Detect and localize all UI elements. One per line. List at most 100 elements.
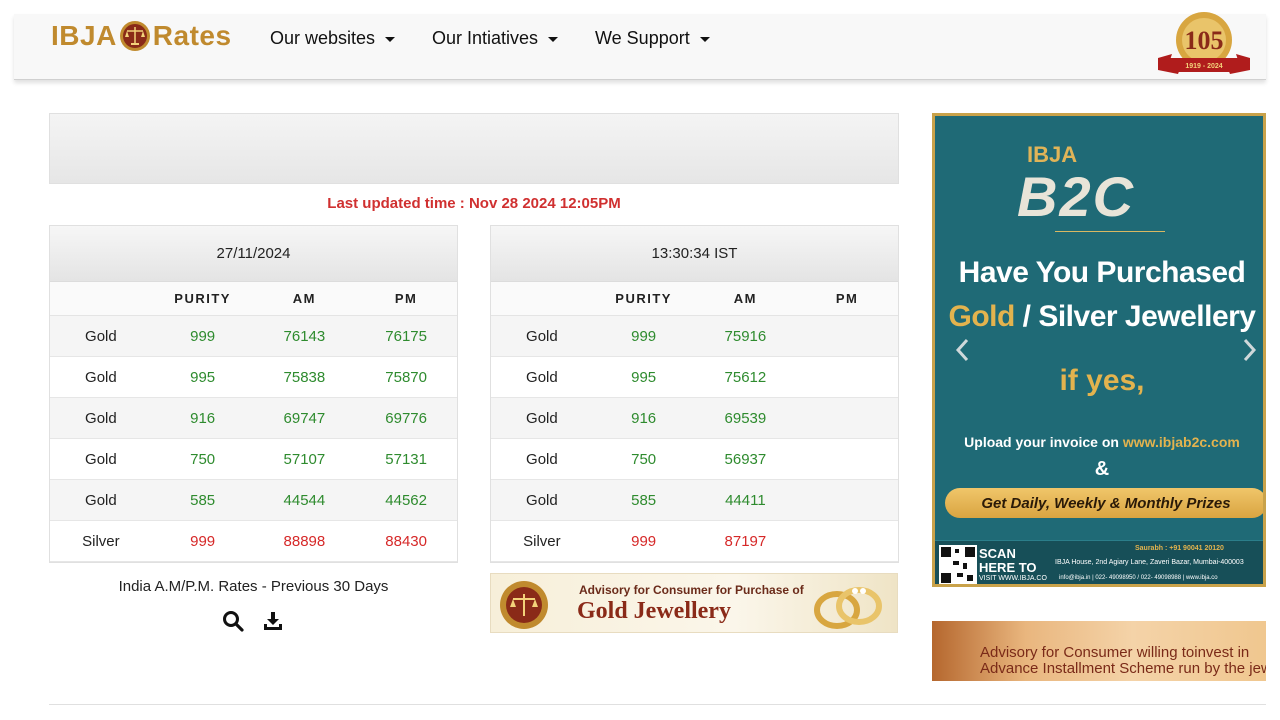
am-cell: 69539	[724, 409, 767, 427]
previous-30-days-label: India A.M/P.M. Rates - Previous 30 Days	[118, 578, 389, 595]
metal-cell: Gold	[526, 327, 558, 345]
col-am: AM	[733, 291, 757, 306]
table-row: Gold 999 76143 76175	[50, 316, 457, 357]
table-row: Silver 999 87197	[491, 521, 898, 562]
scale-icon	[119, 20, 151, 52]
pm-cell: 44562	[385, 491, 427, 509]
nav-label: We Support	[595, 28, 690, 48]
am-cell: 87197	[724, 532, 767, 550]
am-cell: 75916	[724, 327, 767, 345]
carousel-prev-icon[interactable]	[955, 338, 969, 362]
am-cell: 88898	[283, 532, 326, 550]
navbar: IBJA Rates Our websites Our Intiatives W…	[14, 12, 1266, 80]
ad-upload-url: www.ibjab2c.com	[1122, 434, 1240, 450]
rates-table-previous: 27/11/2024 PURITY AM PM Gold 999 76143 7…	[49, 225, 458, 563]
col-purity: PURITY	[174, 291, 231, 306]
table-column-headers: PURITY AM PM	[50, 282, 457, 316]
nav-we-support[interactable]: We Support	[595, 28, 710, 49]
purity-cell: 999	[190, 327, 216, 345]
col-am: AM	[292, 291, 316, 306]
advisory2-text: Advisory for Consumer willing toinvest i…	[980, 645, 1266, 677]
ad-here-to-label: HERE TO	[979, 560, 1037, 575]
table-row: Gold 585 44544 44562	[50, 480, 457, 521]
metal-cell: Gold	[85, 409, 117, 427]
pm-cell: 57131	[385, 450, 427, 468]
caret-down-icon	[548, 37, 559, 42]
ad-headline-2-gold: Gold	[948, 300, 1016, 333]
ad-headline-3: if yes,	[1059, 364, 1145, 397]
ad-headline-2: Gold / Silver Jewellery	[935, 300, 1263, 334]
am-cell: 75838	[283, 368, 326, 386]
ad-footer: SCAN HERE TO VISIT WWW.IBJA.CO Saurabh : …	[935, 540, 1263, 584]
nav-label: Our websites	[270, 28, 376, 48]
col-purity: PURITY	[615, 291, 672, 306]
advisory2-line1: Advisory for Consumer willing toinvest i…	[980, 644, 1250, 661]
ad-headline-1: Have You Purchased	[958, 256, 1246, 289]
col-pm: PM	[394, 291, 418, 306]
ad-address: IBJA House, 2nd Agiary Lane, Zaveri Baza…	[1055, 559, 1244, 566]
purity-cell: 999	[190, 532, 216, 550]
purity-cell: 585	[190, 491, 216, 509]
metal-cell: Gold	[85, 491, 117, 509]
download-icon[interactable]	[262, 610, 284, 632]
am-cell: 56937	[724, 450, 767, 468]
table-time-header: 13:30:34 IST	[491, 226, 898, 282]
table-row: Gold 750 56937	[491, 439, 898, 480]
svg-text:1919 - 2024: 1919 - 2024	[1185, 63, 1222, 70]
b2c-advertisement-carousel[interactable]: IBJA B2C Have You Purchased Gold / Silve…	[932, 113, 1266, 587]
purity-cell: 916	[190, 409, 216, 427]
table-row: Gold 995 75612	[491, 357, 898, 398]
grey-banner	[49, 113, 899, 184]
metal-cell: Gold	[85, 450, 117, 468]
metal-cell: Gold	[526, 368, 558, 386]
am-cell: 75612	[724, 368, 767, 386]
table-body: Gold 999 76143 76175 Gold 995 75838 7587…	[50, 316, 457, 562]
table-row: Gold 916 69747 69776	[50, 398, 457, 439]
am-cell: 76143	[283, 327, 326, 345]
gold-rings-icon	[814, 587, 882, 629]
nav-label: Our Intiatives	[432, 28, 539, 48]
pm-cell: 75870	[385, 368, 427, 386]
advisory1-line2: Gold Jewellery	[577, 598, 731, 624]
brand-logo[interactable]: IBJA Rates	[51, 18, 232, 54]
advisory-gold-jewellery-banner[interactable]: Advisory for Consumer for Purchase of Go…	[490, 573, 898, 633]
purity-cell: 995	[631, 368, 657, 386]
ad-headline-2-rest: / Silver Jewellery	[1014, 300, 1256, 333]
pm-cell: 76175	[385, 327, 427, 345]
anniversary-badge: 105 1919 - 2024	[1154, 12, 1254, 80]
advisory-installment-scheme-banner[interactable]: Advisory for Consumer willing toinvest i…	[932, 621, 1266, 681]
metal-cell: Gold	[85, 368, 117, 386]
ad-ampersand: &	[1094, 458, 1110, 480]
advisory2-line2: Advance Installment Scheme run by the je…	[980, 660, 1266, 677]
am-cell: 69747	[283, 409, 326, 427]
ad-mails: info@ibja.in | 022- 49098950 / 022- 4909…	[1059, 575, 1218, 581]
table-row: Silver 999 88898 88430	[50, 521, 457, 562]
brand-left: IBJA	[51, 20, 117, 51]
table-row: Gold 916 69539	[491, 398, 898, 439]
table-row: Gold 999 75916	[491, 316, 898, 357]
ad-prizes-pill: Get Daily, Weekly & Monthly Prizes	[945, 488, 1263, 518]
table-column-headers: PURITY AM PM	[491, 282, 898, 316]
metal-cell: Gold	[85, 327, 117, 345]
caret-down-icon	[385, 37, 396, 42]
ad-upload-text: Upload your invoice on www.ibjab2c.com	[935, 434, 1263, 450]
am-cell: 57107	[283, 450, 326, 468]
history-actions	[222, 610, 284, 632]
table-row: Gold 750 57107 57131	[50, 439, 457, 480]
metal-cell: Silver	[82, 532, 120, 550]
carousel-next-icon[interactable]	[1243, 338, 1257, 362]
table-row: Gold 995 75838 75870	[50, 357, 457, 398]
table-body: Gold 999 75916 Gold 995 75612 Gold 916 6…	[491, 316, 898, 562]
metal-cell: Gold	[526, 409, 558, 427]
search-icon[interactable]	[222, 610, 244, 632]
ibja-seal-icon	[500, 581, 548, 629]
table-date-header: 27/11/2024	[50, 226, 457, 282]
nav-our-initiatives[interactable]: Our Intiatives	[432, 28, 559, 49]
advisory1-line1: Advisory for Consumer for Purchase of	[579, 583, 804, 597]
rates-table-current: 13:30:34 IST PURITY AM PM Gold 999 75916…	[490, 225, 899, 563]
nav-our-websites[interactable]: Our websites	[270, 28, 396, 49]
metal-cell: Gold	[526, 491, 558, 509]
purity-cell: 750	[631, 450, 657, 468]
qr-code-icon	[939, 545, 977, 584]
caret-down-icon	[699, 37, 710, 42]
